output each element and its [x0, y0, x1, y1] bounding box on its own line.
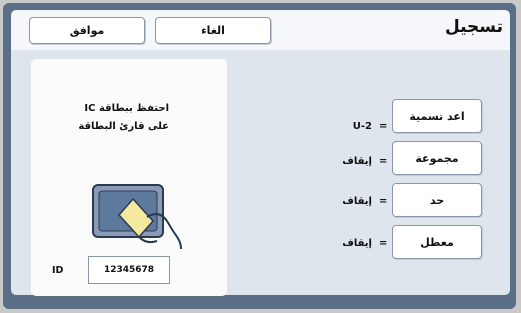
- limit-button[interactable]: حد: [392, 183, 482, 217]
- page-title: تسجيل: [444, 17, 503, 37]
- disabled-button[interactable]: معطل: [392, 225, 482, 259]
- id-label: ID: [52, 265, 64, 276]
- cancel-button[interactable]: الغاء: [155, 17, 271, 44]
- ok-button[interactable]: موافق: [29, 17, 145, 44]
- group-value: إيقاف: [342, 156, 372, 167]
- group-equals: =: [379, 156, 388, 167]
- rename-button[interactable]: اعد تسمية: [392, 99, 482, 133]
- disabled-value: إيقاف: [342, 238, 372, 249]
- id-value-field: 12345678: [88, 256, 170, 284]
- limit-equals: =: [379, 196, 388, 207]
- card-message-line1: احتفظ ببطاقة IC: [84, 103, 169, 114]
- rename-value: U-2: [352, 121, 372, 132]
- rename-equals: =: [379, 121, 388, 132]
- card-reader-illustration: [92, 184, 182, 250]
- card-message-line2: على قارئ البطاقة: [78, 121, 169, 132]
- limit-value: إيقاف: [342, 196, 372, 207]
- group-button[interactable]: مجموعة: [392, 141, 482, 175]
- disabled-equals: =: [379, 238, 388, 249]
